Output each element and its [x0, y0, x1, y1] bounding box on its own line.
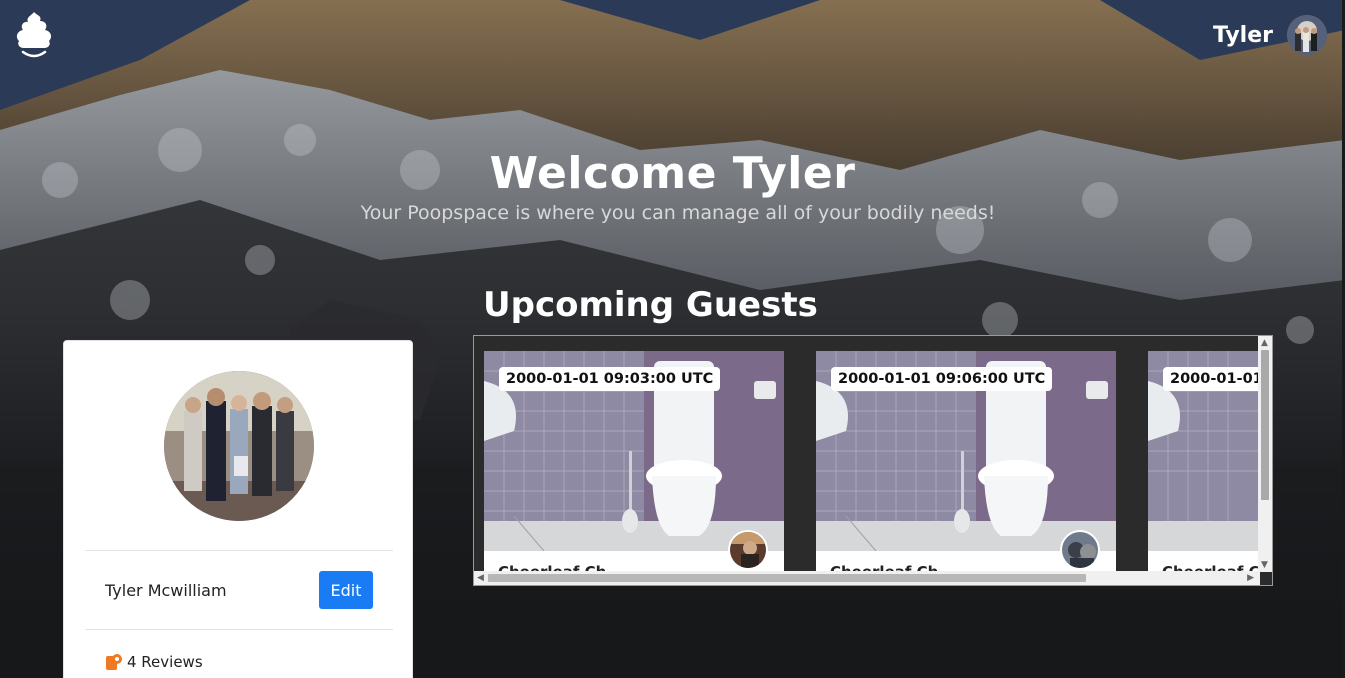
section-title: Upcoming Guests: [483, 285, 818, 325]
horizontal-scrollbar[interactable]: ◀ ▶: [474, 571, 1260, 585]
guest-card[interactable]: 2000-01-01 09:0 Cheerleaf Ch...: [1148, 351, 1272, 571]
guest-title: Cheerleaf Ch...: [498, 563, 623, 571]
guest-avatar[interactable]: [728, 530, 768, 570]
divider: [85, 629, 393, 630]
scroll-down-icon[interactable]: ▼: [1261, 558, 1268, 572]
user-menu[interactable]: Tyler: [1213, 14, 1327, 56]
avatar[interactable]: [1287, 15, 1327, 55]
toilet-paper-icon: [105, 653, 123, 671]
reviews-label: 4 Reviews: [127, 653, 203, 671]
profile-avatar: [164, 371, 314, 521]
vertical-scrollbar[interactable]: ▲ ▼: [1258, 336, 1272, 572]
guest-card[interactable]: 2000-01-01 09:03:00 UTC Cheerleaf Ch...: [484, 351, 784, 571]
guest-time: 2000-01-01 09:0: [1163, 367, 1272, 391]
scroll-thumb[interactable]: [1261, 350, 1269, 500]
guest-title: Cheerleaf Ch...: [1162, 563, 1272, 571]
scroll-thumb[interactable]: [488, 574, 1086, 582]
page-title: Welcome Tyler: [489, 148, 856, 199]
poop-smile-icon[interactable]: [14, 10, 54, 60]
scroll-up-icon[interactable]: ▲: [1261, 336, 1268, 350]
reviews-count[interactable]: 4 Reviews: [105, 653, 203, 671]
guest-time: 2000-01-01 09:06:00 UTC: [831, 367, 1053, 391]
page-subtitle: Your Poopspace is where you can manage a…: [360, 202, 996, 224]
guest-card[interactable]: 2000-01-01 09:06:00 UTC Cheerleaf Ch...: [816, 351, 1116, 571]
guest-avatar[interactable]: [1060, 530, 1100, 570]
scroll-left-icon[interactable]: ◀: [477, 571, 484, 585]
guest-title: Cheerleaf Ch...: [830, 563, 955, 571]
scroll-right-icon[interactable]: ▶: [1247, 571, 1254, 585]
guest-time: 2000-01-01 09:03:00 UTC: [499, 367, 721, 391]
guests-carousel[interactable]: 2000-01-01 09:03:00 UTC Cheerleaf Ch...: [473, 335, 1273, 586]
profile-card: Tyler Mcwilliam Edit 4 Reviews: [63, 340, 413, 678]
edit-button[interactable]: Edit: [319, 571, 373, 609]
profile-name: Tyler Mcwilliam: [105, 581, 227, 600]
divider: [85, 550, 393, 551]
nav-user-name[interactable]: Tyler: [1213, 23, 1273, 48]
